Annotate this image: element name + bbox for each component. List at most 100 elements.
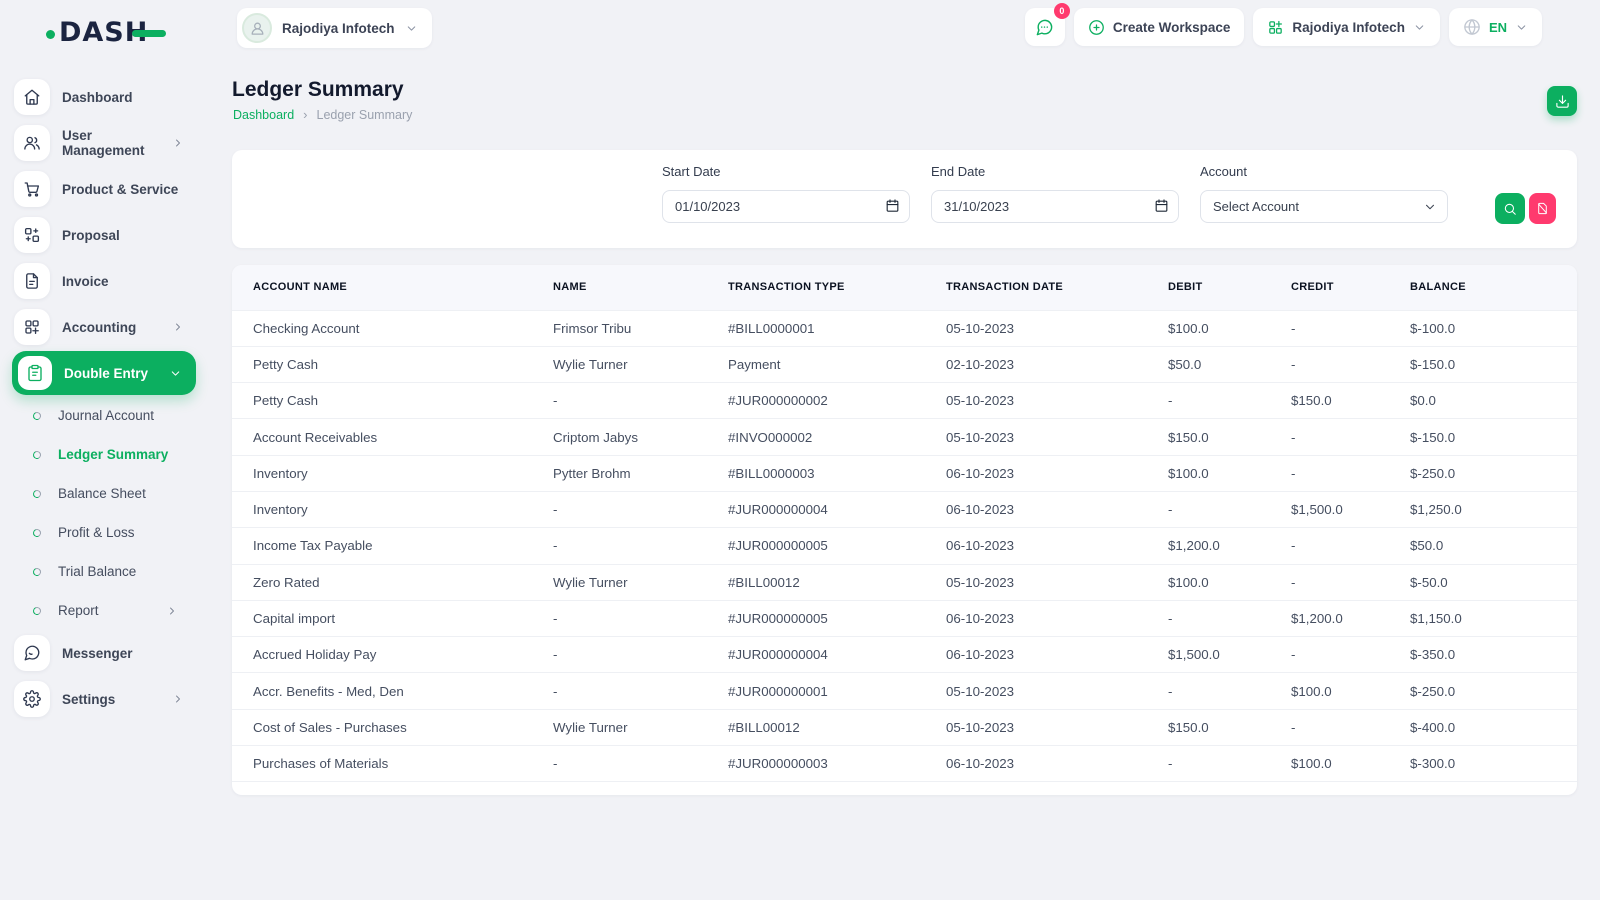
main-content: Ledger Summary Dashboard › Ledger Summar… — [232, 0, 1577, 900]
cell-transaction-type: #JUR000000001 — [728, 673, 946, 709]
sidebar-item-messenger[interactable]: Messenger — [0, 630, 200, 676]
cell-transaction-type: #JUR000000004 — [728, 491, 946, 527]
cell-name: Wylie Turner — [553, 346, 728, 382]
submenu-item-journal-account[interactable]: Journal Account — [0, 396, 200, 435]
ledger-table-card: ACCOUNT NAME NAME TRANSACTION TYPE TRANS… — [232, 265, 1577, 795]
bullet-icon — [32, 566, 42, 576]
table-row: Capital import - #JUR000000005 06-10-202… — [232, 600, 1577, 636]
col-transaction-type: TRANSACTION TYPE — [728, 265, 946, 310]
cell-balance: $-50.0 — [1410, 564, 1577, 600]
breadcrumb: Dashboard › Ledger Summary — [233, 107, 412, 122]
table-row: Income Tax Payable - #JUR000000005 06-10… — [232, 528, 1577, 564]
col-name: NAME — [553, 265, 728, 310]
table-row: Accrued Holiday Pay - #JUR000000004 06-1… — [232, 637, 1577, 673]
cell-account-name: Income Tax Payable — [232, 528, 553, 564]
cell-debit: $1,500.0 — [1168, 637, 1291, 673]
sidebar-item-dashboard[interactable]: Dashboard — [0, 74, 200, 120]
sidebar-item-accounting[interactable]: Accounting — [0, 304, 200, 350]
sidebar-item-product-service[interactable]: Product & Service — [0, 166, 200, 212]
end-date-label: End Date — [931, 164, 1179, 179]
reset-button[interactable] — [1529, 193, 1556, 224]
table-row: Checking Account Frimsor Tribu #BILL0000… — [232, 310, 1577, 346]
breadcrumb-dashboard-link[interactable]: Dashboard — [233, 108, 294, 122]
bullet-icon — [32, 449, 42, 459]
cell-credit: - — [1291, 709, 1410, 745]
cell-balance: $-250.0 — [1410, 455, 1577, 491]
submenu-item-ledger-summary[interactable]: Ledger Summary — [0, 435, 200, 474]
cell-transaction-date: 05-10-2023 — [946, 673, 1168, 709]
cell-transaction-type: #JUR000000005 — [728, 600, 946, 636]
cell-account-name: Purchases of Materials — [232, 746, 553, 782]
start-date-input[interactable] — [662, 190, 910, 223]
col-credit: CREDIT — [1291, 265, 1410, 310]
cell-credit: - — [1291, 310, 1410, 346]
cell-balance: $1,250.0 — [1410, 491, 1577, 527]
account-select-value: Select Account — [1213, 199, 1299, 214]
submenu-item-report[interactable]: Report — [0, 591, 200, 630]
calendar-icon[interactable] — [1154, 198, 1169, 213]
col-debit: DEBIT — [1168, 265, 1291, 310]
sidebar-item-double-entry[interactable]: Double Entry — [12, 351, 196, 395]
sidebar-item-invoice[interactable]: Invoice — [0, 258, 200, 304]
breadcrumb-separator: › — [303, 107, 307, 122]
cell-balance: $-100.0 — [1410, 310, 1577, 346]
cell-transaction-date: 05-10-2023 — [946, 709, 1168, 745]
cart-icon — [14, 171, 50, 207]
cell-transaction-date: 05-10-2023 — [946, 310, 1168, 346]
account-label: Account — [1200, 164, 1448, 179]
app-logo[interactable]: DASH — [46, 16, 166, 48]
submenu-item-balance-sheet[interactable]: Balance Sheet — [0, 474, 200, 513]
chevron-down-icon — [169, 367, 182, 380]
cell-account-name: Inventory — [232, 491, 553, 527]
cell-transaction-type: #BILL00012 — [728, 709, 946, 745]
cell-debit: $150.0 — [1168, 419, 1291, 455]
sidebar-item-user-management[interactable]: User Management — [0, 120, 200, 166]
cell-credit: - — [1291, 564, 1410, 600]
cell-transaction-type: #BILL0000003 — [728, 455, 946, 491]
cell-transaction-date: 06-10-2023 — [946, 746, 1168, 782]
messenger-icon — [14, 635, 50, 671]
table-row: Petty Cash - #JUR000000002 05-10-2023 - … — [232, 383, 1577, 419]
cell-debit: - — [1168, 746, 1291, 782]
download-button[interactable] — [1547, 86, 1577, 116]
cell-transaction-type: #INVO000002 — [728, 419, 946, 455]
end-date-input[interactable] — [931, 190, 1179, 223]
users-icon — [14, 125, 50, 161]
cell-transaction-date: 06-10-2023 — [946, 528, 1168, 564]
cell-transaction-date: 05-10-2023 — [946, 419, 1168, 455]
cell-account-name: Zero Rated — [232, 564, 553, 600]
chevron-down-icon — [1423, 200, 1437, 214]
cell-transaction-date: 06-10-2023 — [946, 491, 1168, 527]
cell-name: Wylie Turner — [553, 709, 728, 745]
cell-credit: $150.0 — [1291, 383, 1410, 419]
chevron-right-icon — [172, 137, 184, 149]
cell-transaction-type: #BILL0000001 — [728, 310, 946, 346]
cell-debit: $50.0 — [1168, 346, 1291, 382]
invoice-icon — [14, 263, 50, 299]
submenu-item-trial-balance[interactable]: Trial Balance — [0, 552, 200, 591]
submenu-item-profit-loss[interactable]: Profit & Loss — [0, 513, 200, 552]
bullet-icon — [32, 605, 42, 615]
file-off-icon — [1536, 202, 1549, 215]
col-transaction-date: TRANSACTION DATE — [946, 265, 1168, 310]
search-button[interactable] — [1495, 193, 1525, 224]
cell-debit: - — [1168, 673, 1291, 709]
chevron-right-icon — [172, 321, 184, 333]
cell-account-name: Capital import — [232, 600, 553, 636]
table-row: Zero Rated Wylie Turner #BILL00012 05-10… — [232, 564, 1577, 600]
cell-debit: $100.0 — [1168, 310, 1291, 346]
cell-balance: $50.0 — [1410, 528, 1577, 564]
cell-credit: $100.0 — [1291, 673, 1410, 709]
sidebar-item-settings[interactable]: Settings — [0, 676, 200, 722]
cell-name: Criptom Jabys — [553, 419, 728, 455]
search-icon — [1503, 202, 1517, 216]
cell-credit: - — [1291, 455, 1410, 491]
cell-transaction-type: #JUR000000004 — [728, 637, 946, 673]
cell-account-name: Accrued Holiday Pay — [232, 637, 553, 673]
sidebar-item-proposal[interactable]: Proposal — [0, 212, 200, 258]
calendar-icon[interactable] — [885, 198, 900, 213]
cell-transaction-type: #JUR000000002 — [728, 383, 946, 419]
table-header-row: ACCOUNT NAME NAME TRANSACTION TYPE TRANS… — [232, 265, 1577, 310]
cell-debit: - — [1168, 600, 1291, 636]
account-select[interactable]: Select Account — [1200, 190, 1448, 223]
